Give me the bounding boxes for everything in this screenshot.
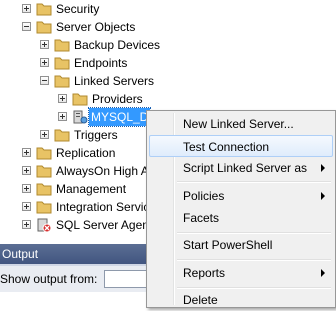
- folder-icon: [72, 93, 88, 106]
- menu-item-new-linked-server[interactable]: New Linked Server...: [149, 113, 333, 135]
- menu-separator: [177, 259, 331, 261]
- menu-item-label: Test Connection: [183, 140, 270, 154]
- tree-node-linked-servers[interactable]: Linked Servers: [0, 72, 336, 90]
- folder-icon: [36, 201, 52, 214]
- folder-icon: [54, 129, 70, 142]
- expand-icon[interactable]: [22, 166, 31, 175]
- expand-icon[interactable]: [22, 4, 31, 13]
- expand-icon[interactable]: [22, 148, 31, 157]
- tree-node-alwayson[interactable]: AlwaysOn High A: [0, 162, 146, 180]
- tree-node-label: Management: [56, 182, 127, 196]
- tree-node-label: Server Objects: [56, 20, 136, 34]
- menu-item-start-powershell[interactable]: Start PowerShell: [149, 234, 333, 256]
- tree-node-mysql-linked-server[interactable]: MYSQL_D: [0, 107, 152, 127]
- menu-item-script-linked-server-as[interactable]: Script Linked Server as: [149, 157, 333, 179]
- tree-node-endpoints[interactable]: Endpoints: [0, 54, 336, 72]
- tree-node-label: MYSQL_D: [87, 107, 152, 127]
- tree-node-management[interactable]: Management: [0, 180, 146, 198]
- collapse-icon[interactable]: [40, 76, 49, 85]
- menu-item-facets[interactable]: Facets: [149, 207, 333, 229]
- expand-icon[interactable]: [22, 220, 31, 229]
- menu-item-test-connection[interactable]: Test Connection: [149, 135, 333, 157]
- folder-icon: [36, 3, 52, 16]
- folder-icon: [36, 21, 52, 34]
- submenu-arrow-icon: [321, 192, 325, 200]
- collapse-icon[interactable]: [22, 22, 31, 31]
- expand-icon[interactable]: [22, 202, 31, 211]
- menu-item-label: Facets: [183, 211, 220, 225]
- menu-separator: [177, 181, 331, 183]
- expand-icon[interactable]: [40, 130, 49, 139]
- tree-node-server-objects[interactable]: Server Objects: [0, 18, 336, 36]
- tree-node-integration-services[interactable]: Integration Servic: [0, 198, 146, 216]
- sql-agent-icon: [37, 218, 52, 232]
- expand-icon[interactable]: [40, 40, 49, 49]
- folder-icon: [54, 75, 70, 88]
- menu-item-label: New Linked Server...: [183, 117, 294, 131]
- tree-node-triggers[interactable]: Triggers: [0, 126, 146, 144]
- show-output-from-label: Show output from:: [0, 272, 98, 286]
- tree-node-label: Endpoints: [74, 56, 128, 70]
- menu-item-label: Script Linked Server as: [183, 161, 308, 175]
- expand-icon[interactable]: [58, 112, 67, 121]
- folder-icon: [36, 183, 52, 196]
- expand-icon[interactable]: [22, 184, 31, 193]
- menu-item-reports[interactable]: Reports: [149, 262, 333, 284]
- tree-node-label: Security: [56, 2, 100, 16]
- tree-node-label: Providers: [92, 92, 143, 106]
- folder-icon: [36, 165, 52, 178]
- context-menu: New Linked Server... Test Connection Scr…: [146, 110, 336, 308]
- tree-node-security[interactable]: Security: [0, 0, 336, 18]
- tree-node-label: Integration Servic: [56, 200, 146, 214]
- tree-node-label: Linked Servers: [74, 74, 155, 88]
- menu-item-label: Reports: [183, 266, 226, 280]
- tree-node-label: Backup Devices: [74, 38, 161, 52]
- tree-node-replication[interactable]: Replication: [0, 144, 146, 162]
- tree-node-label: SQL Server Agent: [56, 218, 146, 232]
- folder-icon: [54, 39, 70, 52]
- linked-server-icon: [73, 110, 88, 124]
- menu-item-policies[interactable]: Policies: [149, 185, 333, 207]
- tree-node-label: Triggers: [74, 128, 118, 142]
- folder-icon: [54, 57, 70, 70]
- tree-node-label: Replication: [56, 146, 116, 160]
- tree-node-backup-devices[interactable]: Backup Devices: [0, 36, 336, 54]
- tree-node-label: AlwaysOn High A: [56, 164, 146, 178]
- tree-node-providers[interactable]: Providers: [0, 90, 336, 108]
- submenu-arrow-icon: [321, 164, 325, 172]
- expand-icon[interactable]: [58, 94, 67, 103]
- tree-node-sql-server-agent[interactable]: SQL Server Agent: [0, 216, 146, 234]
- menu-item-label: Start PowerShell: [183, 238, 273, 252]
- menu-item-label: Policies: [183, 189, 225, 203]
- expand-icon[interactable]: [40, 58, 49, 67]
- submenu-arrow-icon: [321, 269, 325, 277]
- folder-icon: [36, 147, 52, 160]
- output-title: Output: [2, 247, 39, 261]
